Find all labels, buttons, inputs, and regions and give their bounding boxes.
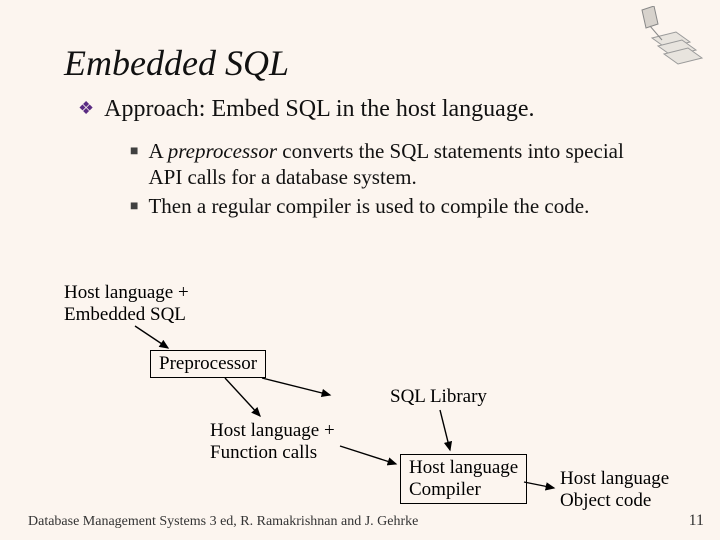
- page-number: 11: [689, 512, 704, 530]
- diagram-arrows: [0, 0, 720, 540]
- footer-text: Database Management Systems 3 ed, R. Ram…: [28, 514, 418, 530]
